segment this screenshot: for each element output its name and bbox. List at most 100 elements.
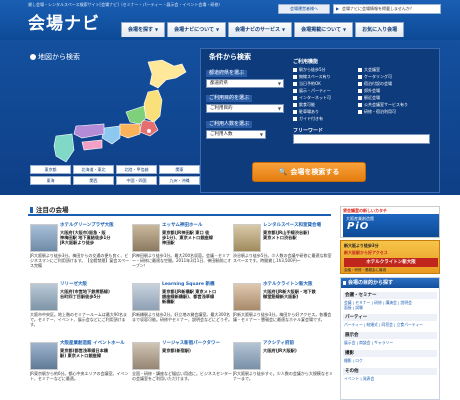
venue-card[interactable]: ホテルクライトン新大阪 大阪府(JR新大阪駅・地下鉄 御堂筋線新大阪駅) JR新… bbox=[233, 281, 333, 339]
feature-checkbox[interactable]: 展示・パーティー bbox=[293, 88, 331, 93]
feature-checkbox[interactable]: 郊外会場 bbox=[358, 88, 380, 93]
venue-card[interactable]: ホテルグリーンプラザ大阪 大阪府(大阪市)阪急・阪 神梅田駅 地下直結徒歩1分 … bbox=[30, 222, 130, 280]
logo-text: 会場ナビ bbox=[28, 14, 100, 34]
feature-checkbox[interactable]: 研修・宿泊利用可 bbox=[358, 109, 396, 114]
feature-checkbox[interactable]: インターネット可 bbox=[293, 95, 331, 100]
venue-card[interactable]: リリーゼ大阪 大阪府(市営地下鉄堺筋線) 谷町四丁目駅徒歩5分 大阪市中央区。地… bbox=[30, 281, 130, 339]
venue-thumbnail bbox=[30, 224, 58, 252]
nav-tab-services[interactable]: 会場ナビのサービス ▼ bbox=[228, 22, 293, 37]
category-links[interactable]: イベント | 発表会 bbox=[344, 376, 438, 381]
category-links[interactable]: 展示会 | 商談会 | ギャラリー bbox=[344, 340, 438, 345]
nav-tab-label: 会場を探す bbox=[128, 27, 154, 33]
region-buttons: 東京都 北海道・東北 北陸・甲信越 関東 東海 関西 中国・四国 九州・沖縄 bbox=[30, 165, 200, 187]
feature-checkbox[interactable]: ケータリング可 bbox=[358, 74, 392, 79]
pio-logo: PiO bbox=[347, 221, 370, 232]
venue-title[interactable]: 大阪産業創造館 イベントホール bbox=[60, 340, 130, 346]
region-button[interactable]: 北陸・甲信越 bbox=[116, 165, 157, 174]
site-logo[interactable]: 会場ナビ bbox=[28, 9, 100, 34]
venue-card[interactable]: Learning Square 新橋 東京都(JR新橋駅 東京メトロ 銀座線新橋… bbox=[132, 281, 232, 339]
map-kansai bbox=[101, 125, 121, 145]
venue-title[interactable]: エッサム神田ホール bbox=[162, 222, 232, 228]
listing-promo-label: 会場ナビに会場情報を掲載しませんか？ bbox=[342, 6, 414, 11]
venue-card[interactable]: エッサム神田ホール 東京都(JR神田駅 東口 徒 歩1分)、東京メトロ銀座線 神… bbox=[132, 222, 232, 280]
prefecture-label: 都道府県を選ぶ bbox=[206, 70, 248, 77]
category-links[interactable]: パーティー | 結婚式 | 同窓会 | 立食パーティー bbox=[344, 322, 438, 327]
capacity-select[interactable]: ご利用人数 ▼ bbox=[206, 130, 266, 139]
prefecture-select[interactable]: 都道府県 ▼ bbox=[206, 79, 284, 88]
region-button[interactable]: 北海道・東北 bbox=[73, 165, 114, 174]
chevron-down-icon: ▼ bbox=[282, 27, 286, 32]
venue-title[interactable]: リージャス新宿パークタワー bbox=[162, 340, 232, 346]
region-button[interactable]: 九州・沖縄 bbox=[159, 176, 200, 185]
operator-login-button[interactable]: 会場運営者様へ bbox=[278, 4, 330, 14]
category-group: パーティー bbox=[343, 314, 437, 321]
category-links[interactable]: 会議 | セミナー | 研修 | 講演会 | 説明会 面接 | 試験 bbox=[344, 300, 438, 310]
venue-address: 東京都(都営浅草線日本橋 駅) 東京メトロ銀座線 bbox=[60, 348, 108, 359]
region-button[interactable]: 関東 bbox=[159, 165, 200, 174]
nav-tab-favorites[interactable]: お気に入り会場 bbox=[355, 22, 405, 37]
feature-checkbox[interactable]: 公共会議室サービス有り bbox=[358, 102, 408, 107]
feature-checkbox[interactable]: 当日予約OK bbox=[293, 81, 321, 86]
search-submit-button[interactable]: 🔍 会場を検索する bbox=[252, 162, 366, 182]
category-links[interactable]: 撮影 | ロケ bbox=[344, 358, 438, 363]
venue-title[interactable]: ホテルクライトン新大阪 bbox=[263, 281, 333, 287]
chevron-down-icon: ▼ bbox=[342, 27, 347, 32]
region-button[interactable]: 中国・四国 bbox=[116, 176, 157, 185]
venue-description: JR東京駅から約6分。都心中央エリアの会議室。イベント、セミナーなどに最適。 bbox=[30, 371, 129, 382]
search-submit-label: 会場を検索する bbox=[290, 168, 340, 176]
listing-promo-link[interactable]: ▶ 会場ナビに会場情報を掲載しませんか？ bbox=[333, 4, 441, 14]
feature-checkbox[interactable]: 宿泊付設の会場 bbox=[358, 81, 392, 86]
feature-checkbox[interactable]: 駐車場あり bbox=[293, 109, 319, 114]
hotel-banner[interactable]: 新大阪より徒歩3分 新大阪駅から好アクセス ホテルクライトン新大阪 会議・研修・… bbox=[340, 240, 440, 274]
venue-title[interactable]: アクシティ府前 bbox=[263, 340, 333, 346]
venue-title[interactable]: リリーゼ大阪 bbox=[60, 281, 130, 287]
hotel-banner-line2: 新大阪駅から好アクセス bbox=[344, 250, 388, 255]
hotel-banner-line1: 新大阪より徒歩3分 bbox=[344, 243, 379, 248]
venue-thumbnail bbox=[233, 224, 261, 252]
venue-card[interactable]: レンタルスペース和室貸会場 東京都(JR山手線渋谷駅) 東京メトロ渋谷駅 渋谷駅… bbox=[233, 222, 333, 280]
venue-title[interactable]: レンタルスペース和室貸会場 bbox=[263, 222, 333, 228]
venue-title[interactable]: Learning Square 新橋 bbox=[162, 281, 232, 287]
category-group: その他 bbox=[343, 368, 437, 375]
venue-card[interactable]: アクシティ府前 大阪府(JR大阪駅) JR大阪駅より徒歩すぐ。少人数の会議から大… bbox=[233, 340, 333, 398]
chevron-down-icon: ▼ bbox=[277, 81, 281, 86]
purpose-select[interactable]: ご利用目的 ▼ bbox=[206, 104, 284, 113]
feature-checkbox[interactable]: 無線スペース有り bbox=[293, 74, 331, 79]
region-button[interactable]: 関西 bbox=[73, 176, 114, 185]
venue-thumbnail bbox=[132, 342, 160, 370]
category-group: 展示会 bbox=[343, 332, 437, 339]
featured-title: 注目の会場 bbox=[28, 205, 331, 216]
feature-checkbox[interactable]: 大会議室 bbox=[358, 67, 380, 72]
feature-checkbox[interactable]: ガイド付き有 bbox=[293, 116, 323, 121]
venue-title[interactable]: ホテルグリーンプラザ大阪 bbox=[60, 222, 130, 228]
purpose-label: ご利用目的を選ぶ bbox=[206, 95, 253, 102]
map-shikoku bbox=[81, 139, 103, 151]
map-kyushu bbox=[53, 133, 75, 163]
venue-address: 大阪府(大阪市)阪急・阪 神梅田駅 地下直結徒歩1分 JR大阪駅より徒歩 bbox=[60, 230, 111, 246]
venue-card[interactable]: 大阪産業創造館 イベントホール 東京都(都営浅草線日本橋 駅) 東京メトロ銀座線… bbox=[30, 340, 130, 398]
capacity-label: ご利用人数を選ぶ bbox=[206, 121, 253, 128]
nav-tab-about[interactable]: 会場ナビについて ▼ bbox=[167, 22, 227, 37]
nav-tab-label: 会場ナビについて bbox=[174, 27, 214, 33]
map-tokai bbox=[117, 123, 141, 139]
venue-description: JR神田駅より徒歩1分。最大200名収容。会議・セミナー・研修に最適な空間。20… bbox=[132, 253, 232, 269]
venue-card[interactable]: リージャス新宿パークタワー 東京都(新宿駅) 全国・研修・講座など幅広い用途に。… bbox=[132, 340, 232, 398]
venue-address: 東京都(JR山手線渋谷駅) 東京メトロ渋谷駅 bbox=[263, 230, 310, 241]
japan-map[interactable] bbox=[32, 58, 192, 166]
feature-checkbox[interactable]: 飲食可能 bbox=[293, 102, 315, 107]
freeword-input[interactable] bbox=[293, 134, 430, 144]
hotel-banner-line3: ホテルクライトン新大阪 bbox=[344, 258, 438, 267]
region-button[interactable]: 東京都 bbox=[30, 165, 71, 174]
venue-description: 大阪市中央区。地上階のセミナールームは最大90名まで。セミナー、イベント、展示会… bbox=[30, 312, 127, 328]
purpose-category-title: 会場の目的から探す bbox=[341, 278, 439, 288]
feature-checkbox[interactable]: 駅から徒歩5分 bbox=[293, 67, 326, 72]
purpose-category-box: 会場の目的から探す 会議・セミナー 会議 | セミナー | 研修 | 講演会 |… bbox=[340, 277, 440, 400]
feature-checkbox[interactable]: 駅近会場 bbox=[358, 95, 380, 100]
region-button[interactable]: 東海 bbox=[30, 176, 71, 185]
pio-banner[interactable]: 貸会議室の新しいカタチ 大阪産業創造館 PiO bbox=[340, 206, 440, 238]
nav-tab-label: 会場掲載について bbox=[301, 27, 341, 33]
map-tohoku bbox=[143, 89, 163, 123]
map-hokkaido bbox=[147, 59, 187, 89]
nav-tab-listing[interactable]: 会場掲載について ▼ bbox=[294, 22, 354, 37]
nav-tab-search[interactable]: 会場を探す ▼ bbox=[121, 22, 166, 37]
